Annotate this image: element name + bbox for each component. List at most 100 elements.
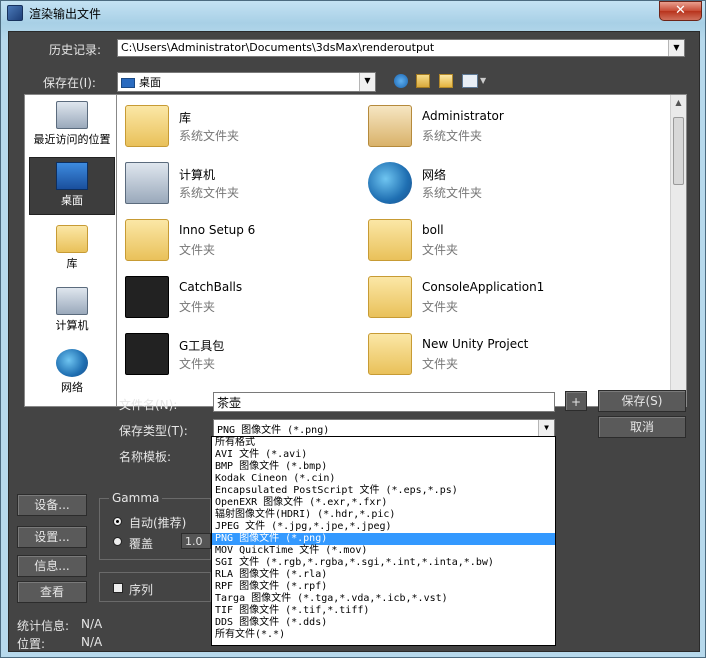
file-item[interactable]: 库 系统文件夹 <box>121 101 361 153</box>
file-item[interactable]: ConsoleApplication1 文件夹 <box>364 272 604 324</box>
scroll-thumb[interactable] <box>673 117 684 185</box>
place-recent[interactable]: 最近访问的位置 <box>29 97 115 155</box>
history-combo[interactable]: C:\Users\Administrator\Documents\3dsMax\… <box>117 39 685 57</box>
filetype-option[interactable]: JPEG 文件 (*.jpg,*.jpe,*.jpeg) <box>212 521 555 533</box>
file-type: 文件夹 <box>179 243 216 257</box>
filetype-option[interactable]: BMP 图像文件 (*.bmp) <box>212 461 555 473</box>
file-type: 文件夹 <box>422 243 459 257</box>
filetype-option[interactable]: Targa 图像文件 (*.tga,*.vda,*.icb,*.vst) <box>212 593 555 605</box>
filetype-option[interactable]: OpenEXR 图像文件 (*.exr,*.fxr) <box>212 497 555 509</box>
name-template-label: 名称模板: <box>119 450 172 464</box>
file-type: 系统文件夹 <box>422 129 483 143</box>
chevron-down-icon[interactable]: ▼ <box>359 73 375 91</box>
info-button[interactable]: 信息... <box>17 555 87 577</box>
save-in-combo[interactable]: 桌面 ▼ <box>117 72 376 92</box>
place-desktop[interactable]: 桌面 <box>29 157 115 215</box>
file-item[interactable]: Inno Setup 6 文件夹 <box>121 215 361 267</box>
history-label: 历史记录: <box>49 43 102 57</box>
up-folder-icon[interactable] <box>416 74 430 88</box>
filetype-option[interactable]: AVI 文件 (*.avi) <box>212 449 555 461</box>
location-value: N/A <box>81 635 103 649</box>
filetype-option[interactable]: RLA 图像文件 (*.rla) <box>212 569 555 581</box>
places-bar: 最近访问的位置 桌面 库 计算机 网络 <box>24 94 119 407</box>
filetype-option[interactable]: Kodak Cineon (*.cin) <box>212 473 555 485</box>
gamma-title: Gamma <box>109 491 163 505</box>
scroll-up-icon[interactable]: ▲ <box>671 95 686 110</box>
file-item[interactable]: 计算机 系统文件夹 <box>121 158 361 210</box>
gamma-override-value: 1.0 <box>185 535 203 548</box>
filename-label: 文件名(N): <box>119 398 178 412</box>
gamma-auto-label: 自动(推荐) <box>129 516 187 530</box>
unity-folder-icon <box>125 276 169 318</box>
setup-button[interactable]: 设备... <box>17 494 87 516</box>
library-icon <box>56 225 88 253</box>
filetype-option[interactable]: Encapsulated PostScript 文件 (*.eps,*.ps) <box>212 485 555 497</box>
filetype-value: PNG 图像文件 (*.png) <box>217 425 330 436</box>
view-button[interactable]: 查看 <box>17 581 87 603</box>
window-title: 渲染输出文件 <box>29 7 102 21</box>
gamma-auto-radio[interactable] <box>113 517 122 526</box>
file-name: 计算机 <box>179 168 216 182</box>
filetype-option[interactable]: 所有文件(*.*) <box>212 629 555 641</box>
title-bar: 渲染输出文件 ✕ <box>1 1 706 25</box>
file-name: 库 <box>179 111 192 125</box>
place-computer[interactable]: 计算机 <box>29 283 115 341</box>
dialog-body: 历史记录: C:\Users\Administrator\Documents\3… <box>8 31 700 652</box>
settings-button[interactable]: 设置... <box>17 526 87 548</box>
filetype-option[interactable]: SGI 文件 (*.rgb,*.rgba,*.sgi,*.int,*.inta,… <box>212 557 555 569</box>
cancel-button[interactable]: 取消 <box>598 416 686 438</box>
file-name: New Unity Project <box>422 337 529 351</box>
filetype-select[interactable]: PNG 图像文件 (*.png) ▼ <box>213 419 555 437</box>
filetype-option-selected[interactable]: PNG 图像文件 (*.png) <box>212 533 555 545</box>
close-button[interactable]: ✕ <box>659 1 702 21</box>
file-name: Administrator <box>422 109 504 123</box>
gamma-override-field[interactable]: 1.0 <box>181 533 211 549</box>
file-list[interactable]: 库 系统文件夹 Administrator 系统文件夹 计算机 系统文件夹 网络… <box>116 94 687 407</box>
chevron-down-icon[interactable]: ▼ <box>668 40 684 56</box>
file-item[interactable]: 网络 系统文件夹 <box>364 158 604 210</box>
gamma-override-radio[interactable] <box>113 537 122 546</box>
chevron-down-icon[interactable]: ▼ <box>538 420 554 436</box>
user-folder-icon <box>368 105 412 147</box>
view-menu-icon[interactable] <box>462 74 478 88</box>
desktop-icon <box>56 162 88 190</box>
filetype-option[interactable]: 辐射图像文件(HDRI) (*.hdr,*.pic) <box>212 509 555 521</box>
place-network[interactable]: 网络 <box>29 345 115 403</box>
file-item[interactable]: G工具包 文件夹 <box>121 329 361 381</box>
file-name: 网络 <box>422 168 447 182</box>
file-item[interactable]: CatchBalls 文件夹 <box>121 272 361 324</box>
file-type: 文件夹 <box>179 357 216 371</box>
file-item[interactable]: Administrator 系统文件夹 <box>364 101 604 153</box>
stats-label: 统计信息: <box>17 619 70 633</box>
new-folder-icon[interactable] <box>439 74 453 88</box>
file-type: 文件夹 <box>422 357 459 371</box>
file-type: 系统文件夹 <box>422 186 483 200</box>
back-icon[interactable] <box>394 74 408 88</box>
file-item[interactable]: boll 文件夹 <box>364 215 604 267</box>
desktop-icon <box>121 78 135 88</box>
vertical-scrollbar[interactable]: ▲ ▼ <box>670 95 686 406</box>
sequence-label: 序列 <box>129 583 154 597</box>
save-button[interactable]: 保存(S) <box>598 390 686 412</box>
unity-folder-icon <box>125 333 169 375</box>
filetype-option[interactable]: TIF 图像文件 (*.tif,*.tiff) <box>212 605 555 617</box>
network-icon <box>56 349 88 377</box>
file-item[interactable]: New Unity Project 文件夹 <box>364 329 604 381</box>
sequence-checkbox[interactable] <box>113 583 123 593</box>
filename-input[interactable]: 茶壶 <box>213 392 555 412</box>
filetype-option[interactable]: 所有格式 <box>212 437 555 449</box>
library-folder-icon <box>125 105 169 147</box>
place-library[interactable]: 库 <box>29 221 115 279</box>
chevron-down-icon[interactable]: ▼ <box>480 76 486 85</box>
place-label: 桌面 <box>61 194 83 207</box>
folder-icon <box>125 219 169 261</box>
file-name: Inno Setup 6 <box>179 223 256 237</box>
filetype-option[interactable]: MOV QuickTime 文件 (*.mov) <box>212 545 555 557</box>
add-button[interactable]: + <box>565 391 587 411</box>
gamma-override-label: 覆盖 <box>129 537 154 551</box>
vs-folder-icon <box>368 276 412 318</box>
folder-icon <box>368 333 412 375</box>
filetype-option[interactable]: RPF 图像文件 (*.rpf) <box>212 581 555 593</box>
filetype-dropdown-list[interactable]: 所有格式 AVI 文件 (*.avi) BMP 图像文件 (*.bmp) Kod… <box>211 436 556 646</box>
filetype-option[interactable]: DDS 图像文件 (*.dds) <box>212 617 555 629</box>
